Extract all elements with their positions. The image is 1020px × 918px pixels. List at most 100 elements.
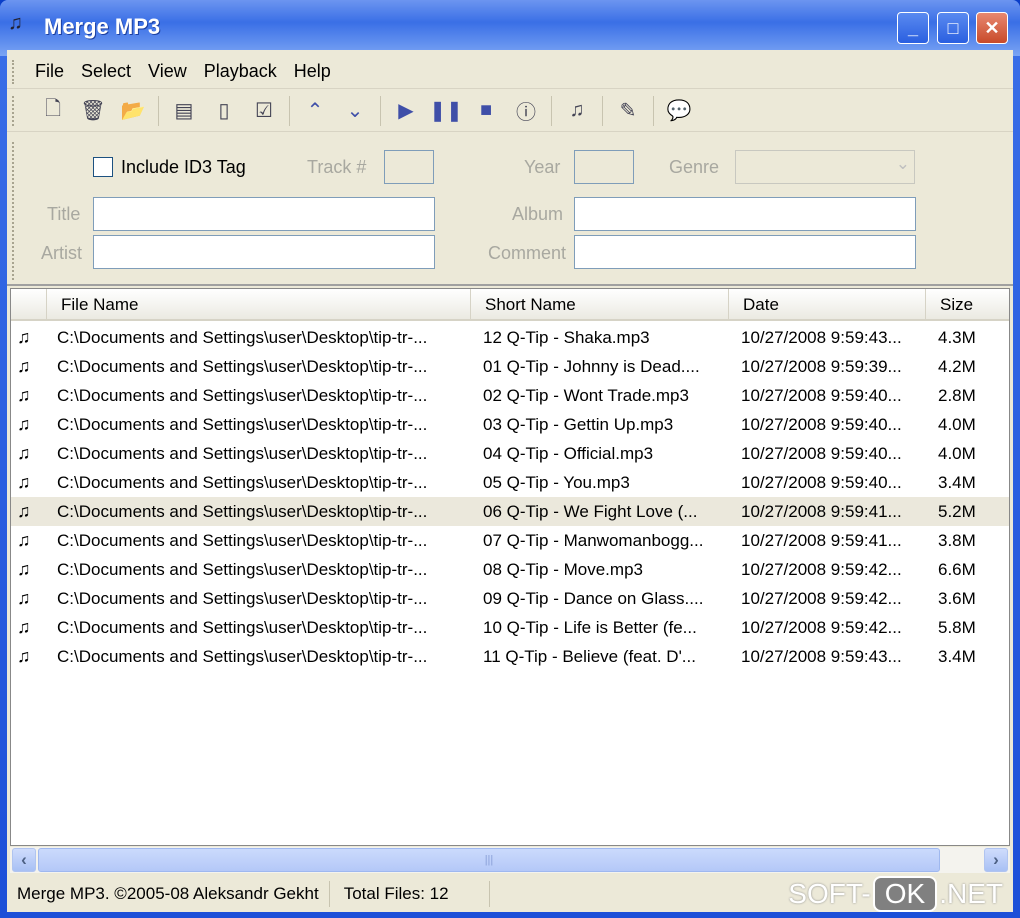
select-none-button[interactable]: ▯ — [204, 94, 244, 128]
cell-file-name: C:\Documents and Settings\user\Desktop\t… — [57, 385, 428, 405]
title-bar: ♫ Merge MP3 _ □ ✕ — [0, 0, 1020, 56]
music-file-icon: ♫ — [17, 414, 31, 434]
table-row[interactable]: ♫ C:\Documents and Settings\user\Desktop\… — [11, 555, 1009, 584]
music-file-icon: ♫ — [17, 443, 31, 463]
edit-tag-button[interactable]: ✎ — [608, 94, 648, 128]
table-row[interactable]: ♫ C:\Documents and Settings\user\Desktop\… — [11, 352, 1009, 381]
cell-file-name: C:\Documents and Settings\user\Desktop\t… — [57, 617, 428, 637]
help-balloon-button[interactable]: 💬 — [659, 94, 699, 128]
delete-button[interactable]: 🗑 — [73, 94, 113, 128]
music-file-icon: ♫ — [17, 385, 31, 405]
table-row[interactable]: ♫ C:\Documents and Settings\user\Desktop\… — [11, 497, 1009, 526]
title-input[interactable] — [93, 197, 435, 231]
menu-bar: File Select View Playback Help — [7, 55, 1013, 89]
invert-selection-icon: ☑ — [255, 100, 273, 122]
info-button[interactable]: ⓘ — [506, 94, 546, 128]
cell-size: 3.8M — [938, 530, 976, 550]
table-row[interactable]: ♫ C:\Documents and Settings\user\Desktop\… — [11, 526, 1009, 555]
cell-short-name: 10 Q-Tip - Life is Better (fe... — [483, 617, 697, 637]
cell-size: 3.6M — [938, 588, 976, 608]
play-icon: ▶ — [398, 100, 414, 122]
table-row[interactable]: ♫ C:\Documents and Settings\user\Desktop\… — [11, 410, 1009, 439]
table-row[interactable]: ♫ C:\Documents and Settings\user\Desktop\… — [11, 439, 1009, 468]
table-row[interactable]: ♫ C:\Documents and Settings\user\Desktop\… — [11, 642, 1009, 671]
album-input[interactable] — [574, 197, 916, 231]
maximize-button[interactable]: □ — [937, 12, 969, 44]
select-all-icon: ▤ — [174, 100, 194, 122]
minimize-button[interactable]: _ — [897, 12, 929, 44]
menu-help[interactable]: Help — [294, 61, 331, 82]
column-header-icon[interactable] — [11, 289, 47, 319]
app-icon: ♫ — [8, 12, 23, 34]
table-row[interactable]: ♫ C:\Documents and Settings\user\Desktop\… — [11, 323, 1009, 352]
comment-input[interactable] — [574, 235, 916, 269]
year-label: Year — [524, 157, 561, 177]
menu-playback[interactable]: Playback — [204, 61, 277, 82]
column-header-date[interactable]: Date — [729, 289, 926, 319]
status-total-files: Total Files: 12 — [330, 881, 490, 907]
cell-date: 10/27/2008 9:59:40... — [741, 472, 902, 492]
cell-date: 10/27/2008 9:59:41... — [741, 530, 902, 550]
cell-date: 10/27/2008 9:59:39... — [741, 356, 902, 376]
add-file-button[interactable]: 🗋 — [33, 94, 73, 128]
table-row[interactable]: ♫ C:\Documents and Settings\user\Desktop\… — [11, 613, 1009, 642]
cell-file-name: C:\Documents and Settings\user\Desktop\t… — [57, 588, 428, 608]
pause-button[interactable]: ❚❚ — [426, 94, 466, 128]
music-file-icon: ♫ — [17, 617, 31, 637]
cell-date: 10/27/2008 9:59:43... — [741, 327, 902, 347]
music-file-icon: ♫ — [17, 559, 31, 579]
menu-view[interactable]: View — [148, 61, 187, 82]
invert-selection-button[interactable]: ☑ — [244, 94, 284, 128]
cell-date: 10/27/2008 9:59:42... — [741, 559, 902, 579]
scroll-right-icon[interactable]: › — [984, 848, 1008, 872]
cell-short-name: 03 Q-Tip - Gettin Up.mp3 — [483, 414, 674, 434]
include-id3-checkbox[interactable] — [93, 157, 113, 177]
column-header-short-name[interactable]: Short Name — [471, 289, 729, 319]
move-down-button[interactable]: ⌄ — [335, 94, 375, 128]
close-button[interactable]: ✕ — [976, 12, 1008, 44]
cell-size: 4.0M — [938, 443, 976, 463]
cell-size: 3.4M — [938, 646, 976, 666]
open-folder-button[interactable]: 📂 — [113, 94, 153, 128]
menu-select[interactable]: Select — [81, 61, 131, 82]
album-label: Album — [512, 204, 564, 224]
id3-form: Include ID3 Tag Track # Year Genre ⌄ Tit… — [7, 136, 1013, 286]
select-none-icon: ▯ — [218, 100, 230, 122]
stop-button[interactable]: ■ — [466, 94, 506, 128]
cell-short-name: 06 Q-Tip - We Fight Love (... — [483, 501, 698, 521]
table-row[interactable]: ♫ C:\Documents and Settings\user\Desktop\… — [11, 584, 1009, 613]
scroll-thumb[interactable]: ||| — [38, 848, 940, 872]
watermark: SOFT- OK .NET — [788, 876, 1003, 912]
chevron-down-icon: ⌄ — [895, 154, 910, 173]
cell-file-name: C:\Documents and Settings\user\Desktop\t… — [57, 559, 428, 579]
toolbar-separator — [602, 95, 603, 126]
column-header-size[interactable]: Size — [926, 289, 1009, 319]
cell-size: 4.3M — [938, 327, 976, 347]
cell-size: 4.2M — [938, 356, 976, 376]
window-title: Merge MP3 — [44, 14, 161, 39]
column-header-file-name[interactable]: File Name — [47, 289, 471, 319]
move-up-button[interactable]: ⌃ — [295, 94, 335, 128]
play-button[interactable]: ▶ — [386, 94, 426, 128]
cell-file-name: C:\Documents and Settings\user\Desktop\t… — [57, 646, 428, 666]
pause-icon: ❚❚ — [429, 100, 463, 122]
merge-button[interactable]: ♫ — [557, 94, 597, 128]
year-input[interactable] — [574, 150, 634, 184]
cell-short-name: 05 Q-Tip - You.mp3 — [483, 472, 630, 492]
select-all-button[interactable]: ▤ — [164, 94, 204, 128]
genre-select[interactable]: ⌄ — [735, 150, 915, 184]
artist-label: Artist — [41, 243, 83, 263]
horizontal-scrollbar[interactable]: ‹ ||| › — [10, 847, 1010, 873]
table-row[interactable]: ♫ C:\Documents and Settings\user\Desktop\… — [11, 381, 1009, 410]
table-row[interactable]: ♫ C:\Documents and Settings\user\Desktop\… — [11, 468, 1009, 497]
menu-file[interactable]: File — [35, 61, 64, 82]
delete-icon: 🗑 — [80, 100, 106, 122]
artist-input[interactable] — [93, 235, 435, 269]
cell-short-name: 09 Q-Tip - Dance on Glass.... — [483, 588, 704, 608]
cell-size: 6.6M — [938, 559, 976, 579]
track-input[interactable] — [384, 150, 434, 184]
cell-date: 10/27/2008 9:59:42... — [741, 617, 902, 637]
scroll-left-icon[interactable]: ‹ — [12, 848, 36, 872]
cell-file-name: C:\Documents and Settings\user\Desktop\t… — [57, 443, 428, 463]
cell-size: 2.8M — [938, 385, 976, 405]
